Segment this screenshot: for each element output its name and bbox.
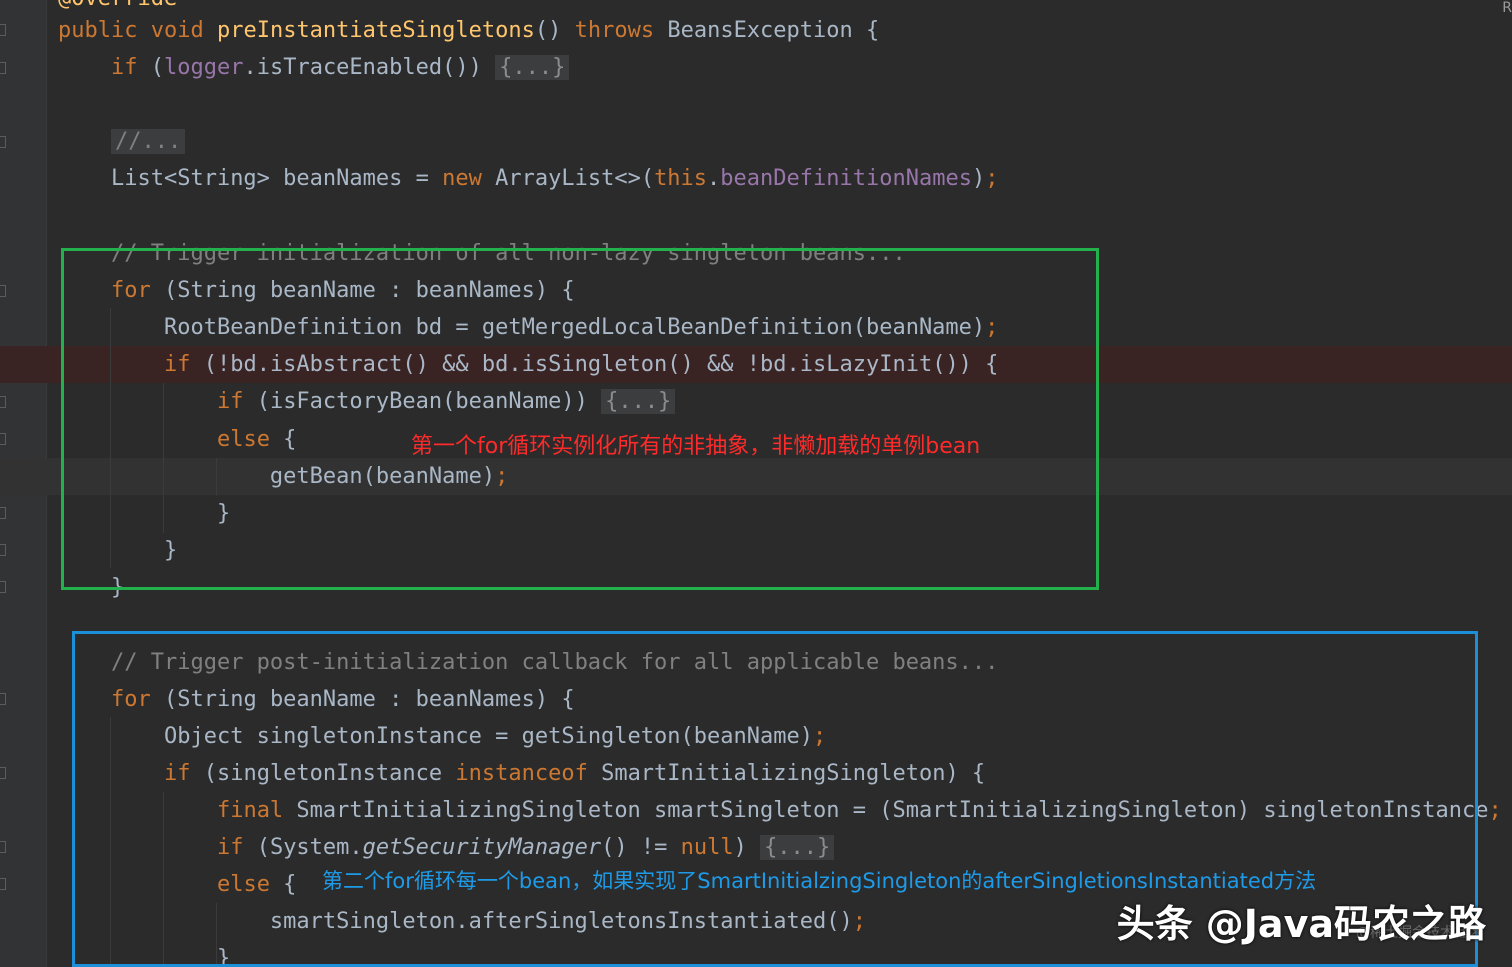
fold-marker-icon[interactable] (0, 544, 6, 556)
watermark-logo: 头条 @Java码农之路 (1116, 902, 1486, 946)
fold-marker-icon[interactable] (0, 878, 6, 890)
fold-marker-icon[interactable] (0, 507, 6, 519)
corner-label: R (1502, 0, 1512, 16)
fold-marker-icon[interactable] (0, 285, 6, 297)
fold-marker-icon[interactable] (0, 581, 6, 593)
fold-marker-icon[interactable] (0, 136, 6, 148)
fold-marker-icon[interactable] (0, 396, 6, 408)
folded-code-block[interactable]: {...} (495, 55, 570, 80)
code-editor[interactable]: @Override public void preInstantiateSing… (0, 0, 1512, 967)
folded-comment-block[interactable]: //... (110, 129, 186, 154)
fold-marker-icon[interactable] (0, 693, 6, 705)
fold-marker-icon[interactable] (0, 841, 6, 853)
code-line-method-signature[interactable]: public void preInstantiateSingletons() t… (58, 12, 1512, 49)
annotation-first-loop: 第一个for循环实例化所有的非抽象，非懒加载的单例bean (411, 434, 981, 459)
code-line-folded-comment[interactable]: //... (58, 123, 1512, 160)
highlight-box-first-loop (61, 248, 1099, 590)
code-line-bean-names[interactable]: List<String> beanNames = new ArrayList<>… (58, 160, 1512, 197)
fold-marker-icon[interactable] (0, 433, 6, 445)
fold-marker-icon[interactable] (0, 767, 6, 779)
code-line-trace-check[interactable]: if (logger.isTraceEnabled()) {...} (58, 49, 1512, 86)
fold-marker-icon[interactable] (0, 24, 6, 36)
fold-marker-icon[interactable] (0, 62, 6, 74)
annotation-second-loop: 第二个for循环每一个bean，如果实现了SmartInitialzingSin… (322, 869, 1317, 893)
